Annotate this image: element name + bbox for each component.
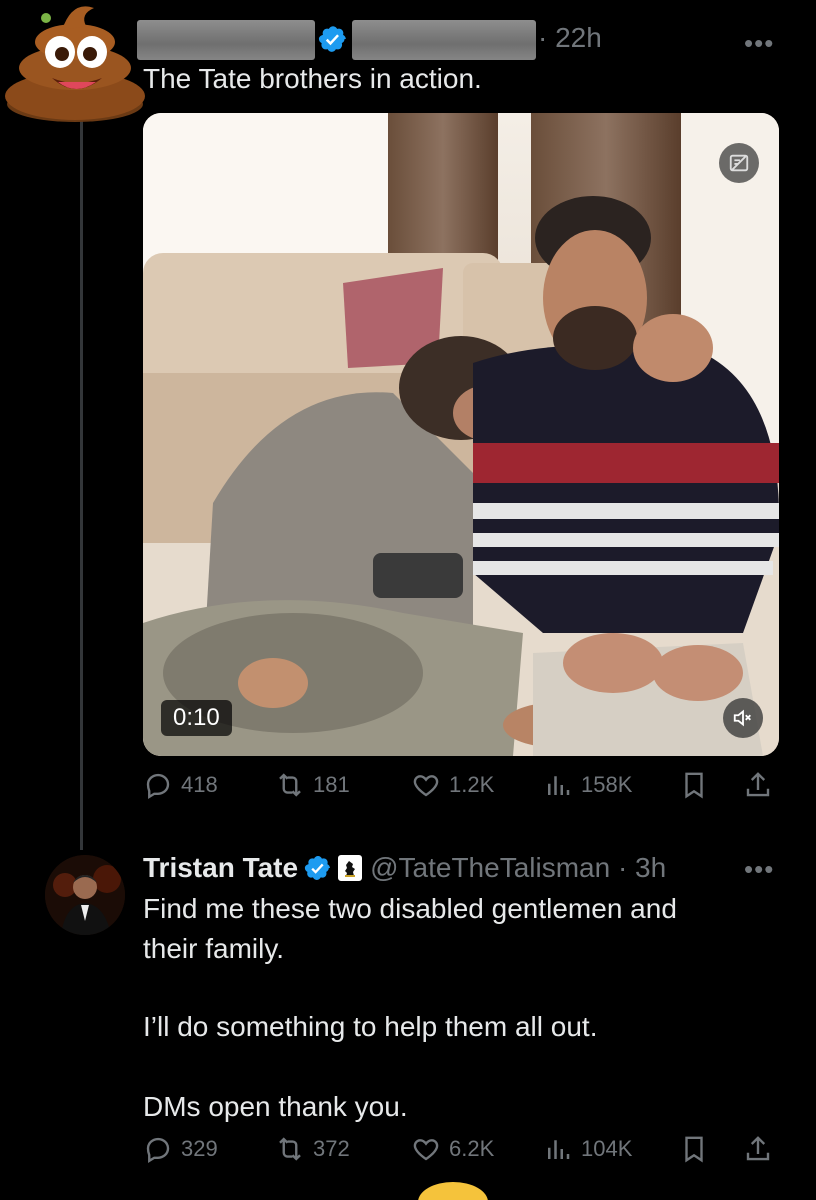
repost-icon	[279, 773, 301, 797]
reply-header: Tristan Tate @TateTheTalisman · 3h	[143, 848, 666, 888]
views-count: 104K	[581, 1136, 633, 1161]
poop-emoji-avatar[interactable]	[2, 0, 148, 124]
views-icon	[548, 1140, 570, 1159]
heart-icon	[413, 1139, 439, 1161]
reply-text-line-4: DMs open thank you.	[143, 1091, 408, 1122]
next-avatar-emoji[interactable]	[418, 1182, 488, 1200]
tweet-timestamp[interactable]: · 22h	[538, 22, 602, 54]
reply-actions: 329 372 6.2K 104K	[143, 1134, 783, 1174]
repost-count: 372	[313, 1136, 350, 1161]
video-duration: 0:10	[161, 700, 232, 736]
like-button[interactable]: 6.2K	[411, 1134, 494, 1164]
affiliation-badge-icon[interactable]	[338, 855, 363, 881]
tristan-tate-avatar[interactable]	[45, 855, 125, 935]
redacted-display-name	[137, 20, 315, 60]
tweet-video[interactable]: 0:10	[143, 113, 779, 756]
tweet-text: The Tate brothers in action.	[143, 63, 482, 94]
more-horizontal-icon[interactable]: •••	[744, 30, 774, 56]
repost-icon	[279, 1137, 301, 1161]
repost-count: 181	[313, 772, 350, 797]
heart-icon	[413, 775, 439, 797]
tweet-actions: 418 181 1.2K 158K	[143, 770, 783, 810]
views-icon	[548, 776, 570, 795]
reply-button[interactable]: 418	[143, 770, 218, 800]
bookmark-icon[interactable]	[679, 770, 709, 800]
reply-button[interactable]: 329	[143, 1134, 218, 1164]
reply-display-name[interactable]: Tristan Tate	[143, 852, 298, 884]
reply-text-line-2: their family.	[143, 933, 285, 964]
reply-count: 329	[181, 1136, 218, 1161]
like-button[interactable]: 1.2K	[411, 770, 494, 800]
reply-icon	[146, 1137, 170, 1164]
video-frame-illustration	[143, 113, 779, 756]
repost-button[interactable]: 181	[275, 770, 350, 800]
repost-button[interactable]: 372	[275, 1134, 350, 1164]
bookmark-icon[interactable]	[679, 1134, 709, 1164]
reply-text-line-3: I’ll do something to help them all out.	[143, 1011, 598, 1042]
reply-count: 418	[181, 772, 218, 797]
redacted-handle	[352, 20, 536, 60]
more-horizontal-icon[interactable]: •••	[744, 856, 774, 882]
muted-speaker-icon[interactable]	[723, 698, 763, 738]
like-count: 1.2K	[449, 772, 495, 797]
views-button[interactable]: 158K	[543, 770, 632, 800]
verified-badge-icon	[318, 24, 348, 54]
reply-icon	[146, 773, 170, 800]
reply-text-line-1: Find me these two disabled gentlemen and	[143, 893, 677, 924]
thread-connector	[80, 120, 83, 850]
views-count: 158K	[581, 772, 633, 797]
verified-badge-icon	[304, 854, 332, 882]
reply-handle-time[interactable]: @TateTheTalisman · 3h	[370, 852, 666, 884]
share-icon[interactable]	[743, 1134, 773, 1164]
share-icon[interactable]	[743, 770, 773, 800]
like-count: 6.2K	[449, 1136, 495, 1161]
content-disclosure-icon[interactable]	[719, 143, 759, 183]
views-button[interactable]: 104K	[543, 1134, 632, 1164]
